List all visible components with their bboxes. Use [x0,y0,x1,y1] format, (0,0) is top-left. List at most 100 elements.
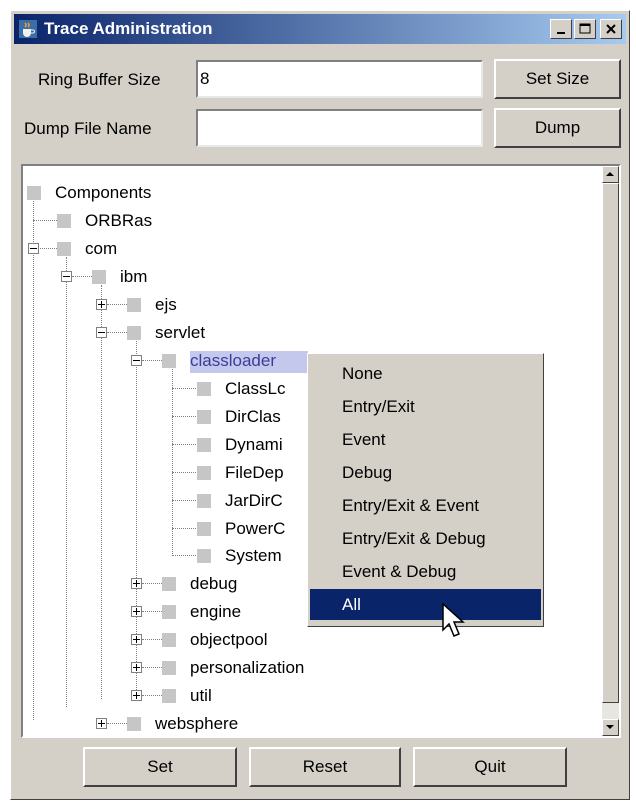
tree-line [107,723,127,724]
tree-node-classloader[interactable]: classloader [190,351,308,373]
tree-line [142,611,162,612]
set-button[interactable]: Set [83,747,237,787]
tree-node-servlet[interactable]: servlet [155,323,205,345]
tree-node-ibm[interactable]: ibm [120,267,147,289]
node-icon [127,298,141,312]
minimize-button[interactable] [550,19,572,39]
node-icon [197,382,211,396]
expand-toggle[interactable] [131,578,142,589]
tree-node-classlc[interactable]: ClassLc [225,379,285,401]
node-icon [162,577,176,591]
dump-file-name-input[interactable] [196,109,483,147]
tree-node-personalization[interactable]: personalization [190,658,304,680]
node-icon [162,661,176,675]
tree-line [172,416,196,417]
title-bar: Trace Administration [14,14,626,44]
tree-node-util[interactable]: util [190,686,212,708]
menu-item-label: Entry/Exit & Event [342,496,479,515]
menu-item-label: None [342,364,383,383]
tree-node-jardirc[interactable]: JarDirC [225,491,283,513]
tree-node-engine[interactable]: engine [190,602,241,624]
window-title: Trace Administration [44,19,213,38]
tree-node-components[interactable]: Components [55,183,151,205]
tree-line [172,369,173,554]
menu-item-debug[interactable]: Debug [310,457,541,488]
maximize-icon [579,23,591,34]
tree-line [172,500,196,501]
node-icon [162,689,176,703]
menu-item-label: All [342,595,361,614]
tree-line [66,257,67,707]
dump-button[interactable]: Dump [494,108,621,148]
tree-node-objectpool[interactable]: objectpool [190,630,268,652]
expand-toggle[interactable] [131,690,142,701]
menu-item-label: Event & Debug [342,562,457,581]
collapse-toggle[interactable] [61,271,72,282]
tree-line [142,667,162,668]
dump-file-name-label: Dump File Name [24,119,152,138]
reset-button[interactable]: Reset [249,747,401,787]
maximize-button[interactable] [574,19,596,39]
tree-line [72,276,92,277]
tree-node-system[interactable]: System [225,546,282,568]
set-size-button[interactable]: Set Size [494,59,621,99]
tree-node-ejs[interactable]: ejs [155,295,177,317]
vertical-scrollbar[interactable] [602,166,619,736]
node-icon [127,326,141,340]
tree-line [107,332,127,333]
java-cup-icon [19,20,37,38]
quit-button[interactable]: Quit [413,747,567,787]
tree-line [142,639,162,640]
node-icon [57,242,71,256]
expand-toggle[interactable] [96,718,107,729]
collapse-toggle[interactable] [131,355,142,366]
menu-item-event-debug[interactable]: Event & Debug [310,556,541,587]
expand-toggle[interactable] [96,299,107,310]
tree-line [142,583,162,584]
node-icon [162,605,176,619]
menu-item-none[interactable]: None [310,358,541,389]
menu-item-entry-exit-event[interactable]: Entry/Exit & Event [310,490,541,521]
tree-node-com[interactable]: com [85,239,117,261]
tree-node-debug[interactable]: debug [190,574,237,596]
menu-item-label: Debug [342,463,393,482]
menu-item-entry-exit-debug[interactable]: Entry/Exit & Debug [310,523,541,554]
scroll-down-button[interactable] [602,719,619,736]
ring-buffer-size-input[interactable] [196,60,483,98]
scroll-up-button[interactable] [602,166,619,183]
tree-line [142,360,162,361]
node-icon [162,354,176,368]
expand-toggle[interactable] [131,634,142,645]
tree-line [33,220,57,221]
tree-node-websphere[interactable]: websphere [155,714,238,736]
menu-item-entry-exit[interactable]: Entry/Exit [310,391,541,422]
scroll-down-icon [606,725,614,729]
menu-item-label: Event [342,430,386,449]
tree-line [172,472,196,473]
node-icon [197,549,211,563]
node-icon [197,522,211,536]
tree-line [107,304,127,305]
scroll-up-icon [606,172,614,176]
collapse-toggle[interactable] [28,243,39,254]
tree-line [101,285,102,699]
close-button[interactable] [600,19,622,39]
node-icon [127,717,141,731]
ring-buffer-size-label: Ring Buffer Size [38,70,161,89]
tree-line [38,248,57,249]
scroll-thumb[interactable] [602,183,619,703]
expand-toggle[interactable] [131,662,142,673]
node-icon [197,466,211,480]
node-icon [92,270,106,284]
menu-item-event[interactable]: Event [310,424,541,455]
menu-item-all[interactable]: All [310,589,541,620]
expand-toggle[interactable] [131,606,142,617]
node-icon [27,186,41,200]
collapse-toggle[interactable] [96,327,107,338]
tree-node-powerc[interactable]: PowerC [225,519,285,541]
tree-node-dynami[interactable]: Dynami [225,435,283,457]
tree-node-orbras[interactable]: ORBRas [85,211,152,233]
tree-node-dirclas[interactable]: DirClas [225,407,281,429]
tree-node-filedep[interactable]: FileDep [225,463,284,485]
node-icon [162,633,176,647]
